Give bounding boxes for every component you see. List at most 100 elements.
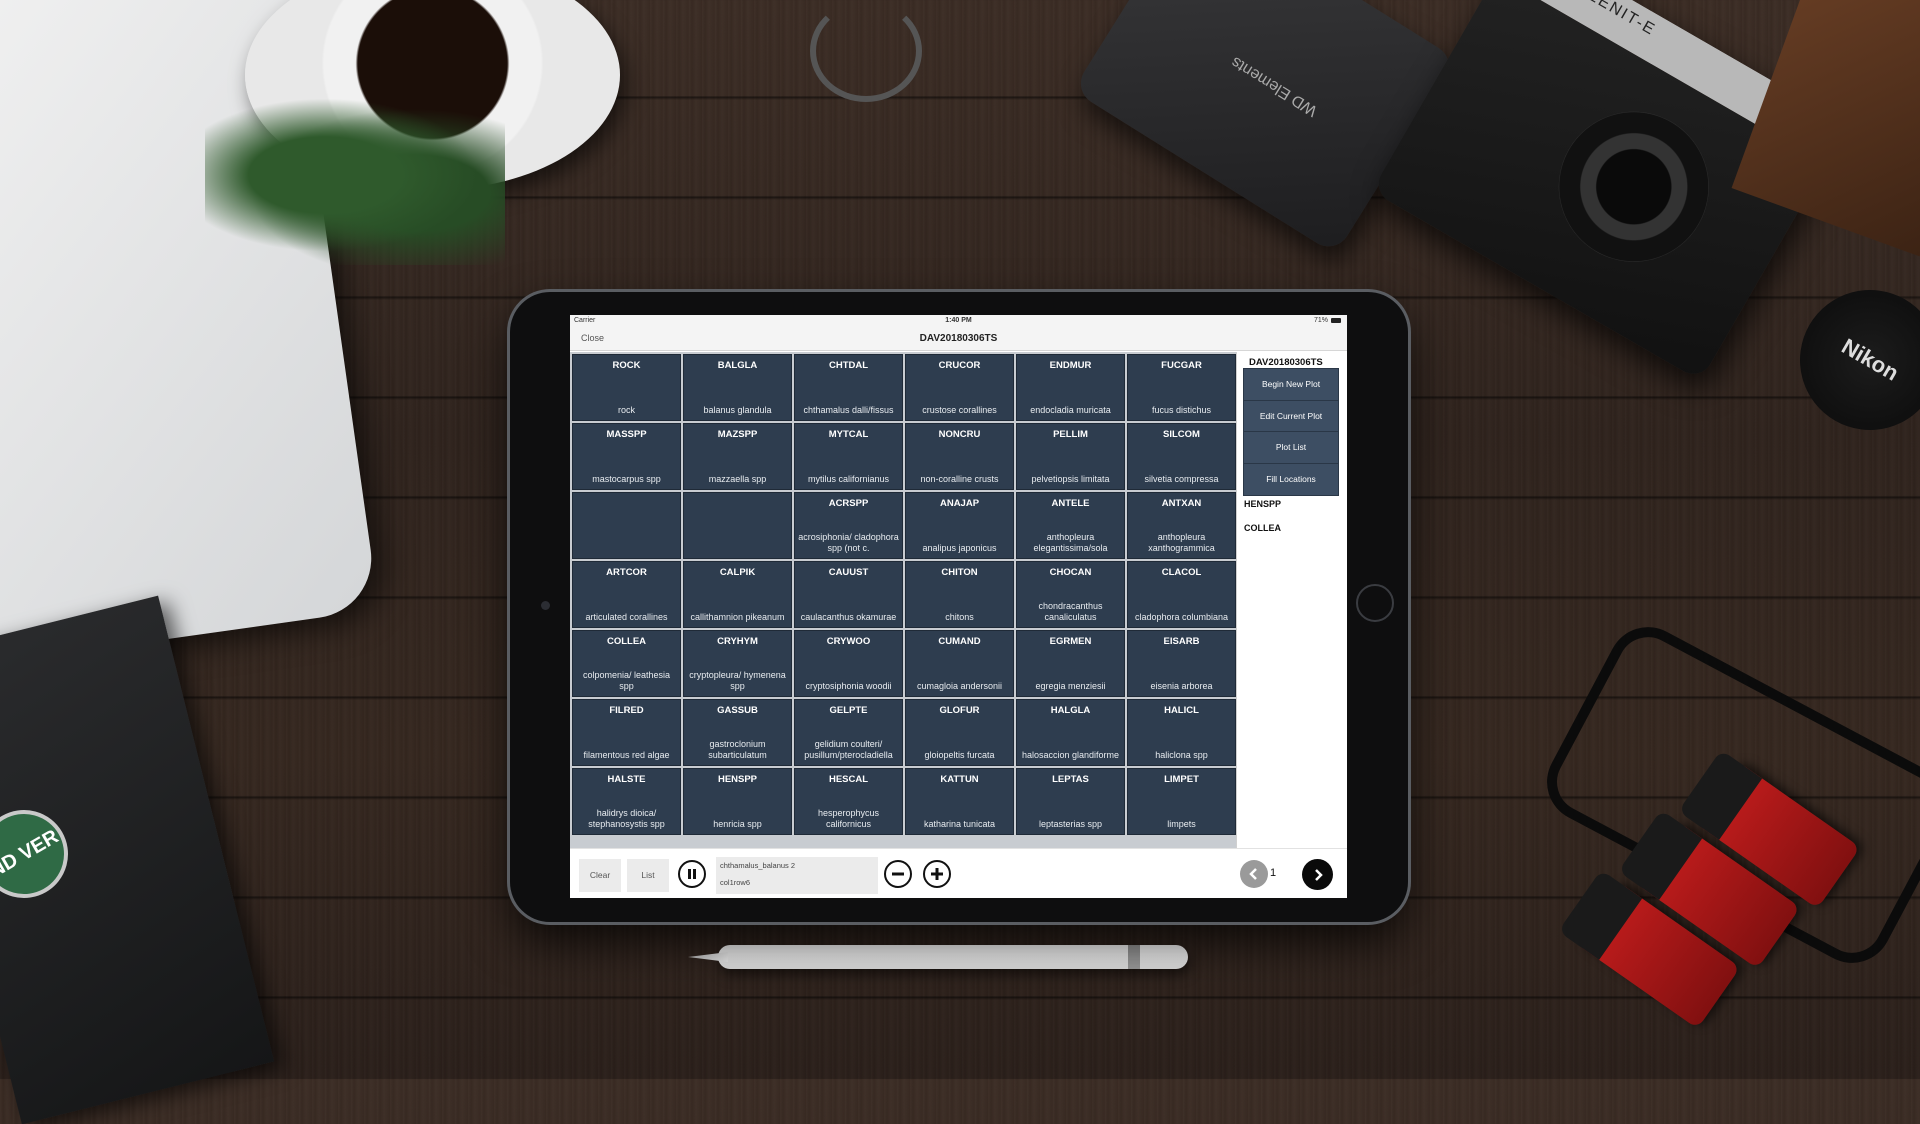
pause-button[interactable] (678, 860, 706, 888)
species-cell[interactable]: NONCRU non-coralline crusts (905, 423, 1014, 490)
battery-indicator: 71% (1314, 317, 1341, 324)
species-cell[interactable]: ROCK rock (572, 354, 681, 421)
species-cell[interactable]: LEPTAS leptasterias spp (1016, 768, 1125, 835)
species-cell[interactable]: LIMPET limpets (1127, 768, 1236, 835)
species-code: CUMAND (938, 636, 981, 647)
species-name: henricia spp (713, 819, 762, 829)
species-code: EISARB (1163, 636, 1200, 647)
species-code: BALGLA (717, 360, 758, 371)
species-code: CAUUST (828, 567, 869, 578)
species-code: LIMPET (1164, 774, 1199, 785)
species-cell[interactable]: PELLIM pelvetiopsis limitata (1016, 423, 1125, 490)
selection-line-1: chthamalus_balanus 2 (720, 861, 796, 870)
species-name: crustose corallines (922, 405, 997, 415)
species-cell[interactable]: GELPTE gelidium coulteri/ pusillum/pteroc… (794, 699, 903, 766)
increment-button[interactable] (923, 860, 951, 888)
species-name: balanus glandula (703, 405, 772, 415)
species-code: HALGLA (1050, 705, 1091, 716)
species-cell[interactable]: ARTCOR articulated corallines (572, 561, 681, 628)
species-code: CLACOL (1161, 567, 1202, 578)
species-cell[interactable]: HALGLA halosaccion glandiforme (1016, 699, 1125, 766)
species-name: fucus distichus (1151, 405, 1212, 415)
species-cell[interactable]: ENDMUR endocladia muricata (1016, 354, 1125, 421)
app-screen: Carrier 1:40 PM 71% Close DAV20180306TS … (570, 315, 1347, 898)
species-name: analipus japonicus (922, 543, 997, 553)
species-name: chitons (945, 612, 974, 622)
page-title: DAV20180306TS (919, 333, 998, 344)
species-name: hesperophycus californicus (817, 808, 880, 829)
edit-current-plot-button[interactable]: Edit Current Plot (1243, 400, 1339, 433)
status-time: 1:40 PM (945, 317, 972, 324)
species-code: FUCGAR (1161, 360, 1202, 371)
species-cell[interactable]: HESCAL hesperophycus californicus (794, 768, 903, 835)
species-cell[interactable]: FUCGAR fucus distichus (1127, 354, 1236, 421)
species-name: mytilus californianus (807, 474, 890, 484)
species-cell[interactable]: CUMAND cumagloia andersonii (905, 630, 1014, 697)
species-cell[interactable]: KATTUN katharina tunicata (905, 768, 1014, 835)
species-cell[interactable]: CALPIK callithamnion pikeanum (683, 561, 792, 628)
species-cell[interactable]: CLACOL cladophora columbiana (1127, 561, 1236, 628)
pine-branch (205, 85, 505, 265)
species-cell[interactable] (683, 492, 792, 559)
species-name: chondracanthus canaliculatus (1038, 601, 1103, 622)
species-cell[interactable]: GASSUB gastroclonium subarticulatum (683, 699, 792, 766)
decrement-button[interactable] (884, 860, 912, 888)
species-list-item[interactable]: COLLEA (1244, 523, 1281, 533)
species-list-item[interactable]: HENSPP (1244, 499, 1281, 509)
species-cell[interactable]: ACRSPP acrosiphonia/ cladophora spp (not … (794, 492, 903, 559)
species-cell[interactable]: HENSPP henricia spp (683, 768, 792, 835)
home-button[interactable] (1356, 584, 1394, 622)
species-cell[interactable]: CRYWOO cryptosiphonia woodii (794, 630, 903, 697)
species-cell[interactable]: SILCOM silvetia compressa (1127, 423, 1236, 490)
species-cell[interactable]: MYTCAL mytilus californianus (794, 423, 903, 490)
species-cell[interactable]: EISARB eisenia arborea (1127, 630, 1236, 697)
keyring (810, 0, 922, 102)
begin-new-plot-button[interactable]: Begin New Plot (1243, 368, 1339, 401)
species-name: anthopleura elegantissima/sola (1033, 532, 1108, 553)
species-cell[interactable]: MAZSPP mazzaella spp (683, 423, 792, 490)
minus-icon (892, 872, 904, 876)
species-code: GELPTE (829, 705, 868, 716)
species-code: ARTCOR (606, 567, 647, 578)
species-code: ACRSPP (828, 498, 869, 509)
plot-list-button[interactable]: Plot List (1243, 431, 1339, 464)
previous-page-button[interactable] (1240, 860, 1268, 888)
species-cell[interactable]: CAUUST caulacanthus okamurae (794, 561, 903, 628)
species-name: acrosiphonia/ cladophora spp (not c. (798, 532, 899, 553)
species-cell[interactable]: CRUCOR crustose corallines (905, 354, 1014, 421)
species-cell[interactable]: FILRED filamentous red algae (572, 699, 681, 766)
species-cell[interactable]: HALICL haliclona spp (1127, 699, 1236, 766)
species-code: ANAJAP (939, 498, 980, 509)
species-code: HALICL (1164, 705, 1199, 716)
species-name: halosaccion glandiforme (1021, 750, 1120, 760)
species-cell[interactable]: BALGLA balanus glandula (683, 354, 792, 421)
species-cell[interactable]: CHTDAL chthamalus dalli/fissus (794, 354, 903, 421)
species-cell[interactable] (572, 492, 681, 559)
nav-bar: Close DAV20180306TS (570, 327, 1347, 351)
species-code: CRYWOO (826, 636, 871, 647)
species-cell[interactable]: CHOCAN chondracanthus canaliculatus (1016, 561, 1125, 628)
species-cell[interactable]: HALSTE halidrys dioica/ stephanosystis sp… (572, 768, 681, 835)
species-code: MAZSPP (717, 429, 758, 440)
chevron-right-icon (1314, 868, 1323, 881)
species-cell[interactable]: ANTELE anthopleura elegantissima/sola (1016, 492, 1125, 559)
species-cell[interactable]: CRYHYM cryptopleura/ hymenena spp (683, 630, 792, 697)
species-cell[interactable]: MASSPP mastocarpus spp (572, 423, 681, 490)
species-cell[interactable]: EGRMEN egregia menziesii (1016, 630, 1125, 697)
species-cell[interactable]: ANAJAP analipus japonicus (905, 492, 1014, 559)
list-button[interactable]: List (627, 859, 669, 892)
species-code: ENDMUR (1049, 360, 1092, 371)
species-name: silvetia compressa (1144, 474, 1219, 484)
species-code: HALSTE (607, 774, 646, 785)
fill-locations-button[interactable]: Fill Locations (1243, 463, 1339, 496)
species-code: CRYHYM (717, 636, 758, 647)
clear-button[interactable]: Clear (579, 859, 621, 892)
species-code: SILCOM (1163, 429, 1200, 440)
species-cell[interactable]: GLOFUR gloiopeltis furcata (905, 699, 1014, 766)
species-cell[interactable]: ANTXAN anthopleura xanthogrammica (1127, 492, 1236, 559)
species-cell[interactable]: CHITON chitons (905, 561, 1014, 628)
next-page-button[interactable] (1302, 859, 1333, 890)
species-code: ANTXAN (1161, 498, 1202, 509)
species-cell[interactable]: COLLEA colpomenia/ leathesia spp (572, 630, 681, 697)
page-number: 1 (1270, 867, 1277, 879)
